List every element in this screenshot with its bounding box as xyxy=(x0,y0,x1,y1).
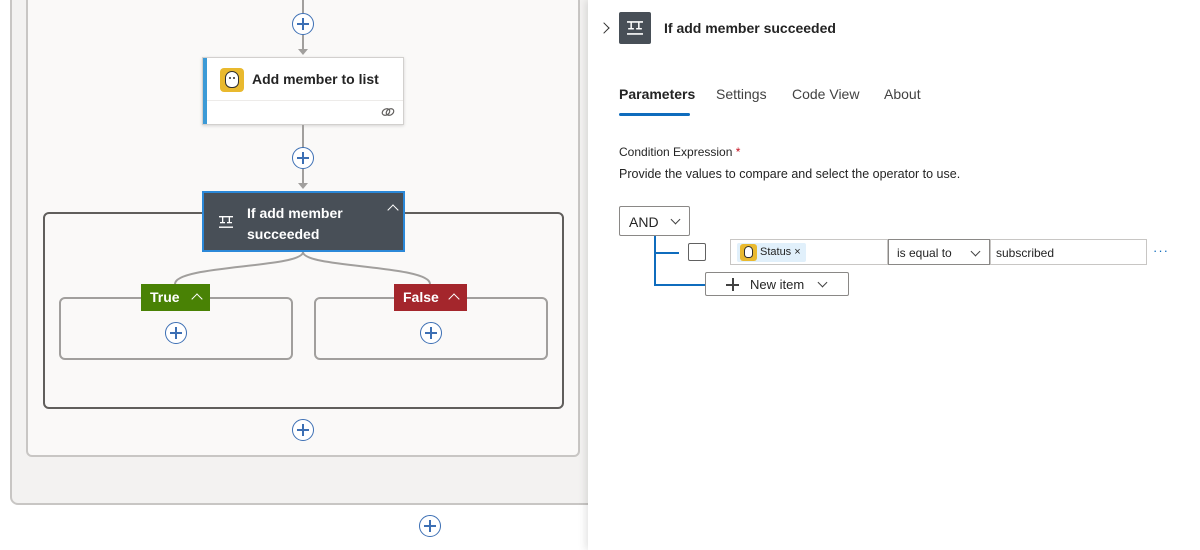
true-label-text: True xyxy=(150,289,180,305)
tree-connector xyxy=(654,252,679,254)
tree-connector xyxy=(654,236,656,285)
token-label: Status xyxy=(760,246,792,258)
insert-step-button[interactable] xyxy=(292,419,314,441)
group-operator-value: AND xyxy=(629,214,659,230)
chevron-down-icon xyxy=(670,214,681,225)
false-label-text: False xyxy=(403,289,439,305)
condition-card[interactable]: If add member succeeded xyxy=(202,191,405,252)
true-branch-label[interactable]: True xyxy=(141,284,210,311)
status-token[interactable]: Status × xyxy=(737,243,806,262)
condition-expression-label: Condition Expression * xyxy=(619,145,740,159)
condition-icon xyxy=(219,216,233,228)
condition-card-title: If add member succeeded xyxy=(247,205,343,242)
row-select-checkbox[interactable] xyxy=(688,243,706,261)
new-item-button[interactable]: New item xyxy=(705,272,849,296)
false-branch-label[interactable]: False xyxy=(394,284,467,311)
branch-connectors xyxy=(174,251,431,285)
tab-settings[interactable]: Settings xyxy=(716,86,767,102)
panel-title: If add member succeeded xyxy=(664,20,836,36)
collapse-chevron-icon[interactable] xyxy=(387,204,399,216)
group-operator-dropdown[interactable]: AND xyxy=(619,206,690,236)
collapse-panel-chevron-icon[interactable] xyxy=(598,22,610,34)
new-item-label: New item xyxy=(750,277,805,292)
left-operand-input[interactable]: Status × xyxy=(730,239,888,265)
field-label-text: Condition Expression xyxy=(619,145,733,159)
insert-step-button[interactable] xyxy=(419,515,441,537)
chevron-down-icon xyxy=(970,246,981,257)
collapse-chevron-icon[interactable] xyxy=(191,293,203,305)
active-tab-indicator xyxy=(619,113,690,116)
condition-icon xyxy=(619,12,651,44)
insert-step-button-false[interactable] xyxy=(420,322,442,344)
details-panel: If add member succeeded Parameters Setti… xyxy=(588,0,1200,550)
tree-connector xyxy=(654,284,705,286)
mailchimp-icon xyxy=(740,244,757,261)
plus-icon xyxy=(726,278,739,291)
insert-step-button-true[interactable] xyxy=(165,322,187,344)
tab-code-view[interactable]: Code View xyxy=(792,86,859,102)
field-description: Provide the values to compare and select… xyxy=(619,167,961,181)
remove-token-icon[interactable]: × xyxy=(794,246,800,258)
right-operand-value: subscribed xyxy=(996,246,1055,260)
required-marker: * xyxy=(735,145,741,159)
operator-dropdown[interactable]: is equal to xyxy=(888,239,990,265)
designer-canvas: Add member to list If add member succeed… xyxy=(0,0,588,550)
tab-about[interactable]: About xyxy=(884,86,921,102)
right-operand-input[interactable]: subscribed xyxy=(990,239,1147,265)
chevron-down-icon xyxy=(817,277,828,288)
collapse-chevron-icon[interactable] xyxy=(448,293,460,305)
operator-value: is equal to xyxy=(897,246,952,260)
tab-parameters[interactable]: Parameters xyxy=(619,86,695,102)
more-options-icon[interactable]: ··· xyxy=(1153,243,1169,258)
